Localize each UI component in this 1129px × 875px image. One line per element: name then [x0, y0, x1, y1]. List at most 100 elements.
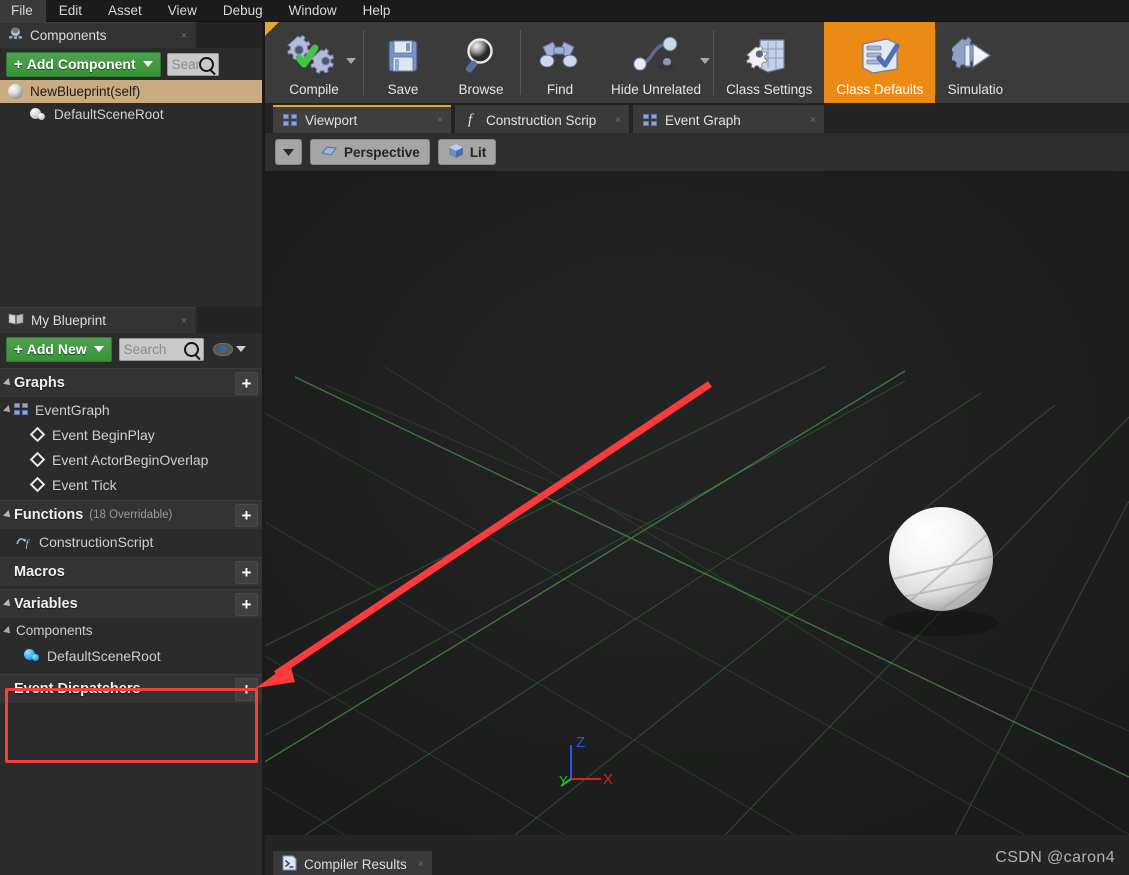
chevron-down-icon — [236, 346, 246, 352]
close-icon[interactable]: × — [178, 315, 190, 327]
toolbar-button-save[interactable]: Save — [364, 22, 442, 103]
menu-item-window[interactable]: Window — [276, 0, 350, 22]
axis-gizmo: Z X Y — [557, 727, 619, 787]
viewport-shading-mode-button[interactable]: Lit — [438, 139, 497, 165]
toolbar-button-class-settings[interactable]: Class Settings — [714, 22, 824, 103]
viewport-camera-mode-button[interactable]: Perspective — [310, 139, 430, 165]
add-graph-button[interactable]: + — [235, 372, 258, 395]
components-search-input[interactable]: Sear — [167, 53, 219, 76]
close-icon[interactable]: × — [178, 30, 190, 42]
tab-event-graph[interactable]: Event Graph × — [633, 105, 824, 133]
expand-triangle-icon[interactable] — [3, 510, 13, 520]
tab-construction-script[interactable]: f Construction Scrip × — [455, 105, 629, 133]
component-tree-row-defaultsceneroot[interactable]: DefaultSceneRoot — [0, 103, 262, 126]
tab-viewport-label: Viewport — [305, 113, 357, 128]
function-row-label: ConstructionScript — [39, 534, 153, 550]
close-icon[interactable]: × — [418, 859, 424, 870]
toolbar-button-find[interactable]: Find — [521, 22, 599, 103]
add-variable-button[interactable]: + — [235, 593, 258, 616]
left-panel-column: Components × + Add Component Sear NewBlu… — [0, 22, 262, 875]
toolbar-button-class-defaults[interactable]: Class Defaults — [824, 22, 935, 103]
graph-row-event-beginplay[interactable]: Event BeginPlay — [0, 422, 262, 447]
graph-row-label: EventGraph — [35, 402, 110, 418]
toolbar-button-hide-unrelated[interactable]: Hide Unrelated — [599, 22, 713, 103]
toolbar-label-compile: Compile — [289, 82, 339, 97]
chevron-down-icon[interactable] — [345, 52, 357, 70]
tab-event-graph-label: Event Graph — [665, 113, 741, 128]
toolbar-label-save: Save — [388, 82, 419, 97]
section-subtitle: (18 Overridable) — [89, 509, 172, 521]
watermark: CSDN @caron4 — [995, 849, 1115, 867]
node-link-icon — [630, 33, 682, 79]
expand-triangle-icon[interactable] — [3, 626, 13, 636]
graph-row-event-actorbeginoverlap[interactable]: Event ActorBeginOverlap — [0, 447, 262, 472]
section-header-event-dispatchers[interactable]: Event Dispatchers + — [0, 674, 262, 703]
menu-item-help[interactable]: Help — [350, 0, 404, 22]
compiler-results-icon — [282, 855, 297, 874]
expand-triangle-icon[interactable] — [3, 684, 13, 694]
graph-row-label: Event BeginPlay — [52, 427, 155, 443]
variable-row-defaultsceneroot[interactable]: DefaultSceneRoot — [0, 643, 262, 668]
tab-compiler-results-label: Compiler Results — [304, 857, 407, 872]
chevron-down-icon[interactable] — [699, 52, 711, 70]
my-blueprint-tab-strip: My Blueprint × — [0, 307, 262, 333]
bottom-panel-area: Compiler Results × CSDN @caron4 — [265, 835, 1129, 875]
section-header-macros[interactable]: Macros + — [0, 557, 262, 586]
menu-item-debug[interactable]: Debug — [210, 0, 276, 22]
toolbar-button-compile[interactable]: Compile — [265, 22, 363, 103]
chevron-down-icon — [143, 61, 153, 67]
toolbar-button-browse[interactable]: Browse — [442, 22, 520, 103]
my-blueprint-search-input[interactable]: Search — [119, 338, 204, 361]
viewport-menu-button[interactable] — [275, 139, 302, 165]
floppy-disk-icon — [383, 33, 423, 79]
gizmo-y-label: Y — [559, 773, 568, 787]
menu-item-view[interactable]: View — [155, 0, 210, 22]
add-event-dispatcher-button[interactable]: + — [235, 678, 258, 701]
add-function-button[interactable]: + — [235, 504, 258, 527]
tab-compiler-results[interactable]: Compiler Results × — [273, 851, 432, 875]
variable-category-label: Components — [16, 623, 93, 638]
toolbar-button-simulation[interactable]: Simulatio — [936, 22, 1014, 103]
close-icon[interactable]: × — [615, 115, 621, 126]
add-macro-button[interactable]: + — [235, 561, 258, 584]
document-tab-bar: Viewport × f Construction Scrip × Event … — [265, 103, 1129, 133]
viewport-grid — [265, 171, 1129, 835]
section-title: Macros — [14, 564, 65, 580]
tab-viewport[interactable]: Viewport × — [273, 105, 451, 133]
visibility-filter-button[interactable] — [211, 341, 248, 358]
close-icon[interactable]: × — [437, 115, 443, 126]
perspective-label: Perspective — [344, 145, 420, 160]
close-icon[interactable]: × — [810, 115, 816, 126]
graph-row-event-tick[interactable]: Event Tick — [0, 472, 262, 497]
tab-construction-script-label: Construction Scrip — [486, 113, 596, 128]
menu-item-asset[interactable]: Asset — [95, 0, 155, 22]
expand-triangle-icon[interactable] — [3, 567, 13, 577]
plus-icon: + — [14, 57, 23, 72]
tab-my-blueprint[interactable]: My Blueprint × — [0, 307, 196, 333]
section-header-functions[interactable]: Functions (18 Overridable) + — [0, 500, 262, 529]
components-toolbar: + Add Component Sear — [0, 48, 262, 80]
toolbar-label-class-settings: Class Settings — [726, 82, 812, 97]
function-row-constructionscript[interactable]: f ConstructionScript — [0, 529, 262, 554]
expand-triangle-icon[interactable] — [3, 405, 13, 415]
expand-triangle-icon[interactable] — [3, 378, 13, 388]
menu-item-edit[interactable]: Edit — [46, 0, 95, 22]
gizmo-z-label: Z — [576, 734, 585, 751]
toolbar-label-class-defaults: Class Defaults — [836, 82, 923, 97]
section-header-graphs[interactable]: Graphs + — [0, 368, 262, 397]
components-icon — [8, 26, 23, 45]
section-header-variables[interactable]: Variables + — [0, 589, 262, 618]
graph-row-label: Event Tick — [52, 477, 117, 493]
compile-gears-icon — [283, 33, 345, 79]
graph-row-eventgraph[interactable]: EventGraph — [0, 397, 262, 422]
menu-item-file[interactable]: File — [0, 0, 46, 22]
add-new-label: Add New — [27, 341, 87, 357]
viewport-3d[interactable]: Z X Y — [265, 171, 1129, 835]
add-component-button[interactable]: + Add Component — [6, 52, 161, 77]
expand-triangle-icon[interactable] — [3, 599, 13, 609]
add-new-button[interactable]: + Add New — [6, 337, 112, 362]
tab-components[interactable]: Components × — [0, 22, 196, 48]
components-panel: + Add Component Sear NewBlueprint(self) … — [0, 48, 262, 318]
component-tree-row-root[interactable]: NewBlueprint(self) — [0, 80, 262, 103]
variable-category-components[interactable]: Components — [0, 618, 262, 643]
